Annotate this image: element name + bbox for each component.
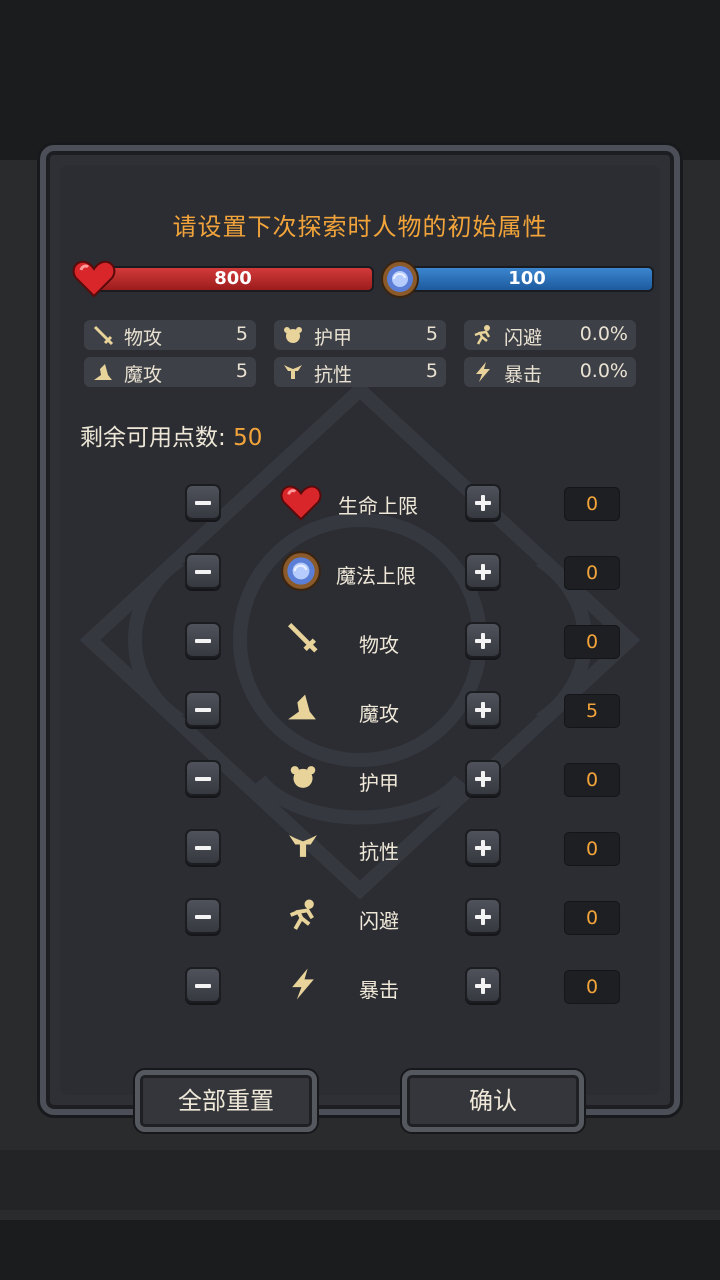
increase-critical-button[interactable] — [465, 967, 501, 1003]
sword-icon — [93, 325, 114, 346]
attr-label: 护甲 — [359, 771, 399, 795]
attr-label: 暴击 — [359, 978, 399, 1002]
decrease-mp-button[interactable] — [185, 553, 221, 589]
attr-value-magic-attack: 5 — [564, 694, 620, 728]
magic-hat-icon — [288, 694, 316, 720]
increase-dodge-button[interactable] — [465, 898, 501, 934]
stat-label: 魔攻 — [124, 364, 163, 386]
stat-value: 0.0% — [579, 323, 628, 345]
remaining-label: 剩余可用点数: — [80, 425, 226, 451]
attr-label: 生命上限 — [338, 494, 418, 518]
stat-label: 物攻 — [124, 327, 163, 349]
remaining-points: 剩余可用点数: 50 — [80, 418, 262, 452]
stat-critical: 暴击 0.0% — [464, 357, 636, 387]
remaining-value: 50 — [233, 425, 263, 451]
stat-value: 5 — [235, 360, 248, 382]
heart-icon — [72, 260, 116, 298]
stat-resistance: 抗性 5 — [274, 357, 446, 387]
decrease-armor-button[interactable] — [185, 760, 221, 796]
decrease-hp-button[interactable] — [185, 484, 221, 520]
stat-value: 0.0% — [579, 360, 628, 382]
confirm-button[interactable]: 确认 — [402, 1070, 584, 1132]
stat-label: 抗性 — [314, 364, 353, 386]
attr-value-resistance: 0 — [564, 832, 620, 866]
sword-icon — [287, 622, 318, 653]
increase-magic-attack-button[interactable] — [465, 691, 501, 727]
mp-bar: 100 — [400, 266, 654, 292]
reset-all-button[interactable]: 全部重置 — [135, 1070, 317, 1132]
stat-value: 5 — [425, 360, 438, 382]
attr-value-critical: 0 — [564, 970, 620, 1004]
stat-magic-attack: 魔攻 5 — [84, 357, 256, 387]
stat-label: 暴击 — [504, 364, 543, 386]
attr-label: 魔攻 — [359, 702, 399, 726]
attr-label: 物攻 — [359, 633, 399, 657]
armor-icon — [284, 327, 302, 343]
increase-hp-button[interactable] — [465, 484, 501, 520]
decrease-resistance-button[interactable] — [185, 829, 221, 865]
mana-orb-icon — [381, 260, 419, 298]
decrease-physical-attack-button[interactable] — [185, 622, 221, 658]
attr-value-armor: 0 — [564, 763, 620, 797]
increase-resistance-button[interactable] — [465, 829, 501, 865]
hp-bar: 800 — [92, 266, 374, 292]
increase-physical-attack-button[interactable] — [465, 622, 501, 658]
stat-physical-attack: 物攻 5 — [84, 320, 256, 350]
stat-dodge: 闪避 0.0% — [464, 320, 636, 350]
panel-title: 请设置下次探索时人物的初始属性 — [172, 213, 548, 241]
attr-value-physical-attack: 0 — [564, 625, 620, 659]
increase-mp-button[interactable] — [465, 553, 501, 589]
stat-armor: 护甲 5 — [274, 320, 446, 350]
armor-icon — [290, 766, 316, 788]
stat-label: 闪避 — [504, 327, 543, 349]
crit-icon — [476, 362, 490, 382]
decrease-dodge-button[interactable] — [185, 898, 221, 934]
dodge-icon — [289, 899, 314, 930]
resist-icon — [284, 365, 302, 379]
magic-hat-icon — [94, 364, 112, 380]
attr-label: 抗性 — [359, 840, 399, 864]
decrease-magic-attack-button[interactable] — [185, 691, 221, 727]
crit-icon — [292, 968, 314, 1000]
stat-value: 5 — [425, 323, 438, 345]
increase-armor-button[interactable] — [465, 760, 501, 796]
resist-icon — [289, 835, 317, 857]
heart-icon — [280, 485, 322, 521]
attr-label: 闪避 — [359, 909, 399, 933]
dodge-icon — [474, 325, 491, 345]
decrease-critical-button[interactable] — [185, 967, 221, 1003]
attr-label: 魔法上限 — [336, 564, 416, 588]
background-floor — [0, 1150, 720, 1210]
attr-value-mp: 0 — [564, 556, 620, 590]
mana-orb-icon — [281, 551, 321, 591]
stat-label: 护甲 — [314, 327, 353, 349]
attr-value-hp: 0 — [564, 487, 620, 521]
attr-value-dodge: 0 — [564, 901, 620, 935]
stat-value: 5 — [235, 323, 248, 345]
